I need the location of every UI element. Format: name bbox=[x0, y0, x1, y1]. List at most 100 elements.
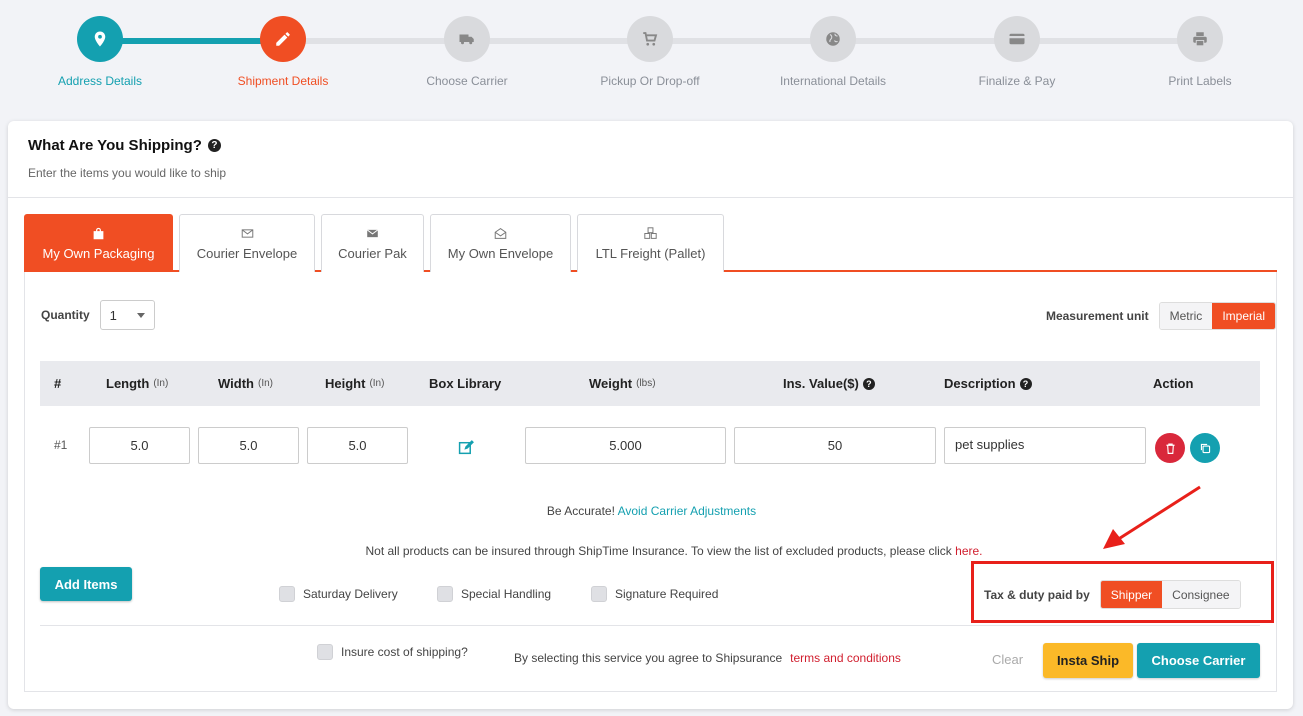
tab-label: LTL Freight (Pallet) bbox=[595, 245, 706, 261]
bag-icon bbox=[93, 227, 104, 239]
footer-divider bbox=[40, 625, 1260, 626]
edit-icon[interactable] bbox=[458, 439, 475, 456]
progress-stepper: Address Details Shipment Details Choose … bbox=[0, 0, 1303, 110]
tab-my-own-envelope[interactable]: My Own Envelope bbox=[430, 214, 571, 272]
credit-card-icon bbox=[994, 16, 1040, 62]
page-title: What Are You Shipping? ? bbox=[28, 137, 1273, 154]
tab-label: My Own Envelope bbox=[447, 245, 554, 261]
quantity-label: Quantity bbox=[41, 308, 90, 322]
step-finalize-pay[interactable]: Finalize & Pay bbox=[942, 16, 1092, 88]
tax-duty-group: Tax & duty paid by Shipper Consignee bbox=[984, 580, 1241, 609]
delete-row-button[interactable] bbox=[1155, 433, 1185, 463]
saturday-delivery-checkbox[interactable] bbox=[279, 586, 295, 602]
metric-button[interactable]: Metric bbox=[1159, 303, 1213, 329]
excluded-products-link[interactable]: here. bbox=[955, 544, 982, 558]
items-table-header: # Length (In) Width (In) Height (In) Box Li… bbox=[40, 361, 1260, 406]
saturday-delivery-option[interactable]: Saturday Delivery bbox=[279, 586, 398, 602]
step-pickup-dropoff[interactable]: Pickup Or Drop-off bbox=[575, 16, 725, 88]
row-number: #1 bbox=[54, 438, 68, 452]
agreement-text: By selecting this service you agree to S… bbox=[514, 651, 783, 665]
accuracy-prefix: Be Accurate! bbox=[546, 504, 615, 518]
accuracy-note: Be Accurate! Avoid Carrier Adjustments bbox=[25, 504, 1278, 518]
col-ins-value: Ins. Value($)? bbox=[783, 376, 875, 391]
saturday-delivery-label: Saturday Delivery bbox=[303, 587, 398, 601]
shipment-card: What Are You Shipping? ? Enter the items… bbox=[8, 121, 1293, 709]
truck-icon bbox=[444, 16, 490, 62]
col-length: Length (In) bbox=[106, 376, 169, 391]
insta-ship-button[interactable]: Insta Ship bbox=[1043, 643, 1133, 678]
step-print-labels[interactable]: Print Labels bbox=[1125, 16, 1275, 88]
map-pin-icon bbox=[77, 16, 123, 62]
tab-courier-envelope[interactable]: Courier Envelope bbox=[179, 214, 315, 272]
step-label: Address Details bbox=[57, 74, 143, 88]
col-action: Action bbox=[1153, 376, 1194, 391]
height-input[interactable]: 5.0 bbox=[307, 427, 408, 464]
shipper-button[interactable]: Shipper bbox=[1100, 581, 1163, 608]
question-icon[interactable]: ? bbox=[1019, 377, 1032, 390]
envelope-filled-icon bbox=[366, 228, 379, 237]
measurement-toggle: Metric Imperial bbox=[1158, 302, 1276, 330]
clear-button[interactable]: Clear bbox=[992, 652, 1023, 667]
tab-ltl-freight[interactable]: LTL Freight (Pallet) bbox=[577, 214, 724, 272]
question-icon[interactable]: ? bbox=[862, 377, 875, 390]
insure-cost-label: Insure cost of shipping? bbox=[341, 645, 468, 659]
terms-link[interactable]: terms and conditions bbox=[790, 651, 901, 665]
choose-carrier-button[interactable]: Choose Carrier bbox=[1137, 643, 1260, 678]
tab-label: Courier Envelope bbox=[196, 245, 298, 261]
avoid-adjustments-link[interactable]: Avoid Carrier Adjustments bbox=[618, 504, 757, 518]
special-handling-checkbox[interactable] bbox=[437, 586, 453, 602]
step-label: Finalize & Pay bbox=[978, 74, 1056, 88]
signature-required-checkbox[interactable] bbox=[591, 586, 607, 602]
step-international-details[interactable]: International Details bbox=[758, 16, 908, 88]
measurement-unit-group: Measurement unit Metric Imperial bbox=[1046, 302, 1276, 330]
col-width: Width (In) bbox=[218, 376, 273, 391]
duplicate-row-button[interactable] bbox=[1190, 433, 1220, 463]
step-choose-carrier[interactable]: Choose Carrier bbox=[392, 16, 542, 88]
imperial-button[interactable]: Imperial bbox=[1212, 303, 1275, 329]
tab-my-own-packaging[interactable]: My Own Packaging bbox=[24, 214, 173, 272]
tax-duty-label: Tax & duty paid by bbox=[984, 587, 1090, 602]
insure-cost-option[interactable]: Insure cost of shipping? bbox=[317, 644, 468, 660]
step-label: Shipment Details bbox=[237, 74, 329, 88]
packaging-panel: Quantity 1 Measurement unit Metric Imper… bbox=[24, 272, 1277, 692]
step-label: Pickup Or Drop-off bbox=[600, 74, 700, 88]
step-shipment-details[interactable]: Shipment Details bbox=[208, 16, 358, 88]
special-handling-option[interactable]: Special Handling bbox=[437, 586, 551, 602]
step-label: Print Labels bbox=[1168, 74, 1232, 88]
col-height: Height (In) bbox=[325, 376, 385, 391]
tab-label: My Own Packaging bbox=[42, 245, 155, 261]
signature-required-option[interactable]: Signature Required bbox=[591, 586, 718, 602]
quantity-select[interactable]: 1 bbox=[99, 300, 155, 330]
globe-icon bbox=[810, 16, 856, 62]
col-description: Description? bbox=[944, 376, 1032, 391]
step-label: International Details bbox=[779, 74, 887, 88]
add-items-button[interactable]: Add Items bbox=[40, 567, 132, 601]
quantity-value: 1 bbox=[109, 307, 117, 323]
step-label: Choose Carrier bbox=[426, 74, 508, 88]
length-input[interactable]: 5.0 bbox=[89, 427, 190, 464]
width-input[interactable]: 5.0 bbox=[198, 427, 299, 464]
step-address-details[interactable]: Address Details bbox=[25, 16, 175, 88]
trash-icon bbox=[1165, 442, 1175, 454]
shipsurance-agreement: By selecting this service you agree to S… bbox=[514, 651, 901, 665]
card-header: What Are You Shipping? ? Enter the items… bbox=[8, 121, 1293, 198]
envelope-open-icon bbox=[494, 227, 507, 239]
consignee-button[interactable]: Consignee bbox=[1162, 581, 1240, 608]
cart-icon bbox=[627, 16, 673, 62]
weight-input[interactable]: 5.000 bbox=[525, 427, 726, 464]
tax-duty-toggle: Shipper Consignee bbox=[1099, 580, 1241, 609]
pencil-icon bbox=[260, 16, 306, 62]
col-num: # bbox=[54, 376, 62, 391]
packaging-tabs: My Own Packaging Courier Envelope Courie… bbox=[24, 214, 1277, 272]
insured-value-input[interactable]: 50 bbox=[734, 427, 936, 464]
insure-cost-checkbox[interactable] bbox=[317, 644, 333, 660]
question-icon[interactable]: ? bbox=[207, 139, 221, 152]
annotation-arrow-icon bbox=[1103, 485, 1201, 549]
col-box-library: Box Library bbox=[429, 376, 502, 391]
tab-courier-pak[interactable]: Courier Pak bbox=[321, 214, 424, 272]
caret-down-icon bbox=[136, 312, 145, 318]
page-subtitle: Enter the items you would like to ship bbox=[28, 166, 227, 180]
measurement-unit-label: Measurement unit bbox=[1045, 309, 1149, 323]
description-input[interactable]: pet supplies bbox=[944, 427, 1146, 464]
copy-icon bbox=[1200, 443, 1210, 453]
